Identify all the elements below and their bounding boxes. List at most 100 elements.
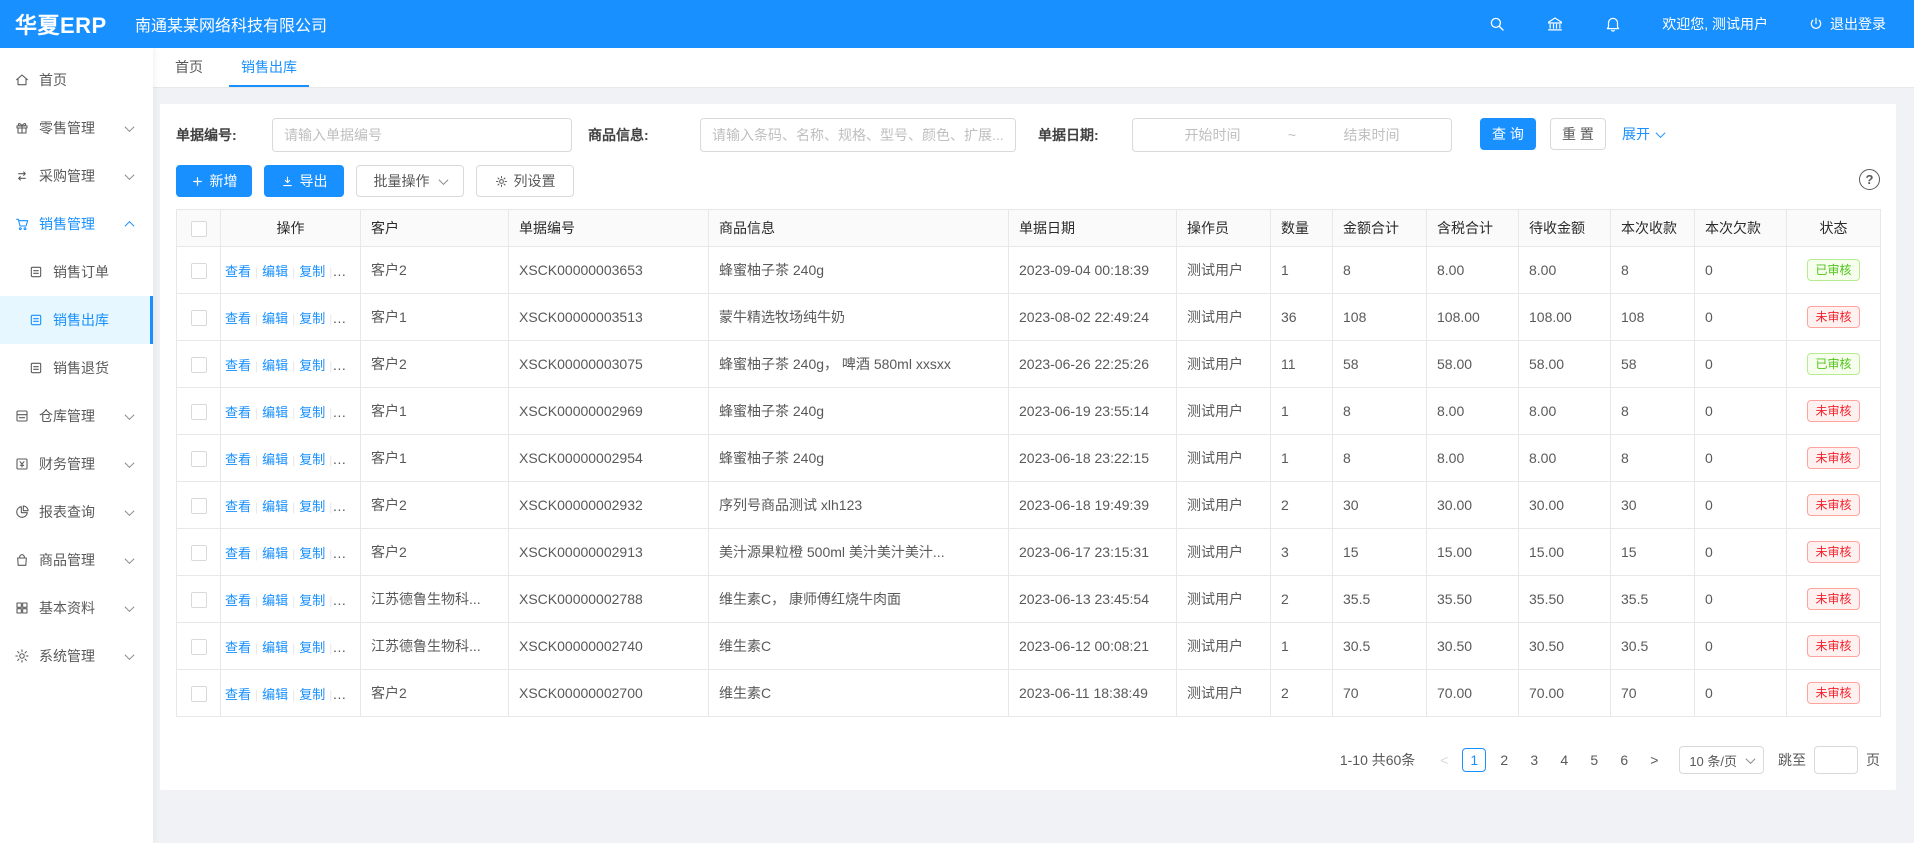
date-range-picker[interactable]: ~ bbox=[1132, 118, 1452, 152]
page-button-3[interactable]: 3 bbox=[1522, 748, 1546, 772]
row-checkbox[interactable] bbox=[191, 451, 207, 467]
table-body: 查看|编辑|复制|删除客户2XSCK00000003653蜂蜜柚子茶 240g2… bbox=[177, 247, 1881, 717]
action-link[interactable]: 查看 bbox=[225, 499, 251, 514]
action-link[interactable]: 复制 bbox=[299, 264, 325, 279]
tab-home[interactable]: 首页 bbox=[163, 48, 215, 87]
row-checkbox[interactable] bbox=[191, 639, 207, 655]
table-row: 查看|编辑|复制|删除客户1XSCK00000003513蒙牛精选牧场纯牛奶20… bbox=[177, 294, 1881, 341]
batch-actions-dropdown[interactable]: 批量操作 bbox=[356, 165, 464, 197]
row-checkbox[interactable] bbox=[191, 498, 207, 514]
cell-operator: 测试用户 bbox=[1177, 623, 1271, 670]
sidebar-item-销售出库[interactable]: 销售出库 bbox=[0, 296, 153, 344]
search-icon[interactable] bbox=[1488, 15, 1506, 33]
row-checkbox[interactable] bbox=[191, 263, 207, 279]
help-icon[interactable]: ? bbox=[1859, 169, 1880, 190]
action-link[interactable]: 查看 bbox=[225, 358, 251, 373]
cell-debt: 0 bbox=[1695, 482, 1787, 529]
search-button[interactable]: 查 询 bbox=[1480, 118, 1536, 150]
action-link[interactable]: 复制 bbox=[299, 358, 325, 373]
action-link[interactable]: 复制 bbox=[299, 593, 325, 608]
action-link[interactable]: 编辑 bbox=[262, 499, 288, 514]
select-all-checkbox[interactable] bbox=[191, 221, 207, 237]
sidebar-item-销售退货[interactable]: 销售退货 bbox=[0, 344, 153, 392]
money-icon bbox=[14, 456, 30, 472]
sidebar-item-基本资料[interactable]: 基本资料 bbox=[0, 584, 153, 632]
action-link[interactable]: 查看 bbox=[225, 405, 251, 420]
row-checkbox[interactable] bbox=[191, 357, 207, 373]
action-link[interactable]: 编辑 bbox=[262, 405, 288, 420]
cell-bill_no: XSCK00000003075 bbox=[509, 341, 709, 388]
row-checkbox[interactable] bbox=[191, 686, 207, 702]
export-button[interactable]: 导出 bbox=[264, 165, 344, 197]
action-link[interactable]: 复制 bbox=[299, 311, 325, 326]
row-actions: 查看|编辑|复制|删除 bbox=[221, 576, 361, 623]
action-link[interactable]: 复制 bbox=[299, 452, 325, 467]
action-link[interactable]: 查看 bbox=[225, 546, 251, 561]
row-checkbox[interactable] bbox=[191, 545, 207, 561]
date-start-input[interactable] bbox=[1143, 127, 1282, 143]
action-link[interactable]: 查看 bbox=[225, 593, 251, 608]
table-row: 查看|编辑|复制|删除客户2XSCK00000002700维生素C2023-06… bbox=[177, 670, 1881, 717]
page-size-select[interactable]: 10 条/页 bbox=[1679, 746, 1764, 774]
cell-received: 35.5 bbox=[1611, 576, 1695, 623]
action-link[interactable]: 复制 bbox=[299, 640, 325, 655]
bank-icon[interactable] bbox=[1546, 15, 1564, 33]
sidebar-item-商品管理[interactable]: 商品管理 bbox=[0, 536, 153, 584]
action-link[interactable]: 编辑 bbox=[262, 640, 288, 655]
action-link[interactable]: 编辑 bbox=[262, 311, 288, 326]
date-end-input[interactable] bbox=[1302, 127, 1441, 143]
sidebar-item-label: 系统管理 bbox=[39, 646, 95, 666]
page-button-4[interactable]: 4 bbox=[1552, 748, 1576, 772]
tab-sales-outbound[interactable]: 销售出库 bbox=[229, 48, 309, 87]
row-checkbox[interactable] bbox=[191, 592, 207, 608]
action-link[interactable]: 复制 bbox=[299, 687, 325, 702]
action-link[interactable]: 查看 bbox=[225, 452, 251, 467]
product-info-input[interactable] bbox=[700, 118, 1016, 152]
action-link[interactable]: 编辑 bbox=[262, 593, 288, 608]
action-link[interactable]: 查看 bbox=[225, 311, 251, 326]
sidebar-item-label: 销售订单 bbox=[53, 262, 109, 282]
row-checkbox[interactable] bbox=[191, 404, 207, 420]
action-link[interactable]: 编辑 bbox=[262, 687, 288, 702]
sidebar-item-销售管理[interactable]: 销售管理 bbox=[0, 200, 153, 248]
bill-no-input[interactable] bbox=[272, 118, 572, 152]
page-button-2[interactable]: 2 bbox=[1492, 748, 1516, 772]
notification-bell-icon[interactable] bbox=[1604, 15, 1622, 33]
cell-operator: 测试用户 bbox=[1177, 529, 1271, 576]
column-settings-button[interactable]: 列设置 bbox=[476, 165, 574, 197]
action-link[interactable]: 复制 bbox=[299, 546, 325, 561]
sidebar-item-财务管理[interactable]: 财务管理 bbox=[0, 440, 153, 488]
page-button-6[interactable]: 6 bbox=[1612, 748, 1636, 772]
doc-icon bbox=[28, 264, 44, 280]
logout-button[interactable]: 退出登录 bbox=[1808, 14, 1886, 34]
reset-button[interactable]: 重 置 bbox=[1550, 118, 1606, 150]
sidebar-item-系统管理[interactable]: 系统管理 bbox=[0, 632, 153, 680]
cell-amount: 30 bbox=[1333, 482, 1427, 529]
page-button-1[interactable]: 1 bbox=[1462, 748, 1486, 772]
doc-icon bbox=[28, 360, 44, 376]
action-link[interactable]: 编辑 bbox=[262, 452, 288, 467]
expand-link[interactable]: 展开 bbox=[1622, 118, 1664, 150]
sidebar-item-仓库管理[interactable]: 仓库管理 bbox=[0, 392, 153, 440]
action-link[interactable]: 编辑 bbox=[262, 546, 288, 561]
sidebar-item-首页[interactable]: 首页 bbox=[0, 56, 153, 104]
action-link[interactable]: 查看 bbox=[225, 264, 251, 279]
page-button-5[interactable]: 5 bbox=[1582, 748, 1606, 772]
cell-receivable: 8.00 bbox=[1519, 247, 1611, 294]
sidebar-item-报表查询[interactable]: 报表查询 bbox=[0, 488, 153, 536]
action-link[interactable]: 查看 bbox=[225, 687, 251, 702]
prev-page-button[interactable]: < bbox=[1432, 748, 1456, 772]
action-link[interactable]: 编辑 bbox=[262, 358, 288, 373]
action-link[interactable]: 复制 bbox=[299, 499, 325, 514]
action-link[interactable]: 编辑 bbox=[262, 264, 288, 279]
action-link[interactable]: 查看 bbox=[225, 640, 251, 655]
row-checkbox[interactable] bbox=[191, 310, 207, 326]
next-page-button[interactable]: > bbox=[1642, 748, 1666, 772]
chevron-down-icon bbox=[125, 410, 135, 420]
add-button[interactable]: 新增 bbox=[176, 165, 252, 197]
jump-to-page-input[interactable] bbox=[1814, 746, 1858, 774]
sidebar-item-销售订单[interactable]: 销售订单 bbox=[0, 248, 153, 296]
action-link[interactable]: 复制 bbox=[299, 405, 325, 420]
sidebar-item-采购管理[interactable]: 采购管理 bbox=[0, 152, 153, 200]
sidebar-item-零售管理[interactable]: 零售管理 bbox=[0, 104, 153, 152]
